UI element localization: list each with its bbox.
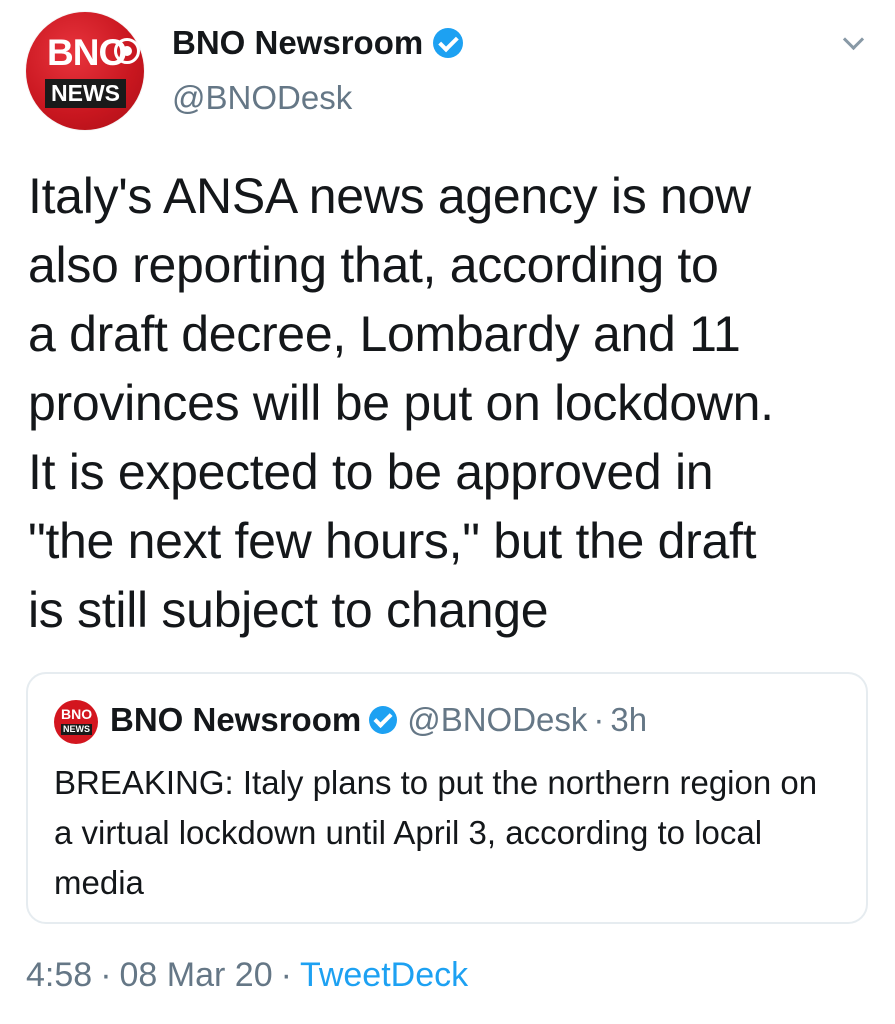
quoted-avatar-logo-subtext: NEWS bbox=[61, 724, 92, 735]
verified-badge-icon bbox=[433, 28, 464, 59]
tweet-source-link[interactable]: TweetDeck bbox=[300, 956, 468, 994]
tweet-text: Italy's ANSA news agency is now also rep… bbox=[28, 168, 774, 638]
quoted-author-avatar: BNO NEWS bbox=[54, 700, 98, 744]
author-avatar[interactable]: BNO NEWS bbox=[26, 12, 144, 130]
quoted-tweet[interactable]: BNO NEWS BNO Newsroom @BNODesk · 3h BREA… bbox=[26, 672, 868, 924]
quoted-tweet-text: BREAKING: Italy plans to put the norther… bbox=[54, 764, 818, 901]
quoted-author-handle: @BNODesk bbox=[407, 701, 588, 738]
quoted-tweet-header: BNO Newsroom @BNODesk · 3h bbox=[110, 700, 647, 740]
author-handle[interactable]: @BNODesk bbox=[172, 79, 352, 116]
globe-icon bbox=[114, 38, 140, 64]
tweet-date[interactable]: 08 Mar 20 bbox=[120, 956, 273, 994]
tweet-time[interactable]: 4:58 bbox=[26, 956, 92, 994]
author-name-row[interactable]: BNO Newsroom bbox=[172, 24, 464, 61]
avatar-logo-subtext: NEWS bbox=[45, 79, 126, 108]
separator-dot: · bbox=[280, 956, 292, 994]
quoted-avatar-logo-text: BNO bbox=[61, 706, 93, 722]
quoted-tweet-time: 3h bbox=[610, 701, 648, 738]
quoted-author-name: BNO Newsroom bbox=[110, 701, 362, 738]
separator-dot: · bbox=[100, 956, 112, 994]
author-name[interactable]: BNO Newsroom bbox=[172, 24, 423, 61]
separator-dot: · bbox=[593, 701, 605, 738]
chevron-down-icon[interactable] bbox=[842, 32, 866, 56]
tweet-meta: 4:58 · 08 Mar 20 · TweetDeck bbox=[26, 953, 468, 997]
verified-badge-icon bbox=[369, 706, 398, 734]
